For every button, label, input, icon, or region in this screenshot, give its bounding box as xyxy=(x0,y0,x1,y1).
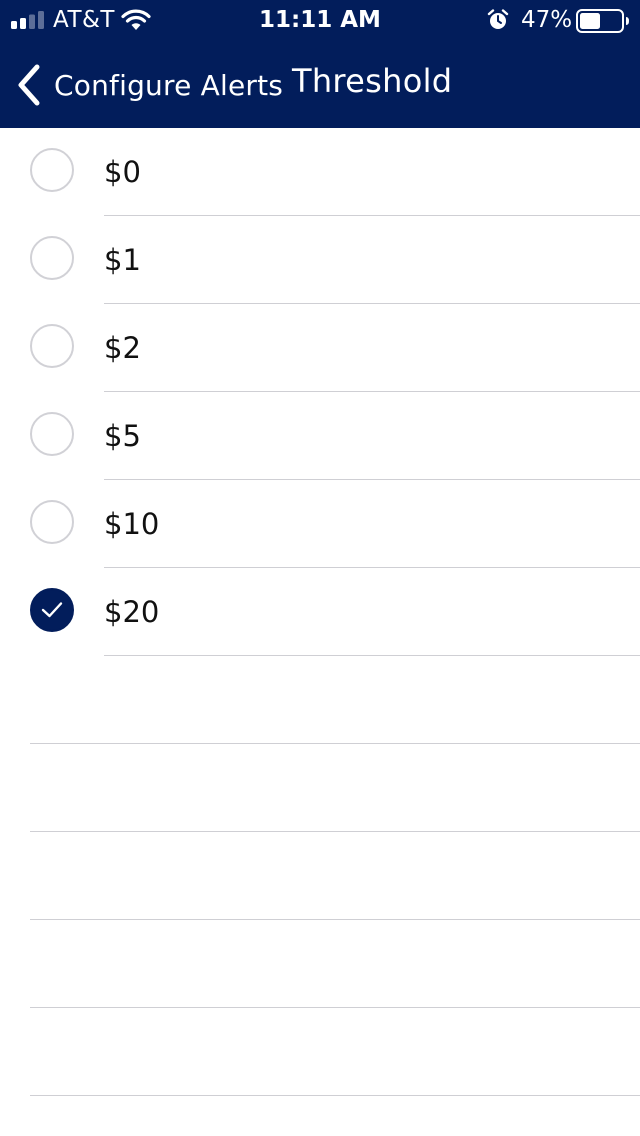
empty-row xyxy=(0,832,640,920)
back-button-label: Configure Alerts xyxy=(54,68,284,102)
radio-unchecked-icon[interactable] xyxy=(30,324,74,368)
alarm-icon xyxy=(487,9,509,29)
option-row-0[interactable]: $0 xyxy=(0,128,640,216)
battery-percent: 47% xyxy=(521,7,573,33)
checkmark-icon xyxy=(41,602,63,618)
empty-row xyxy=(0,920,640,1008)
option-row-3[interactable]: $5 xyxy=(0,392,640,480)
empty-row xyxy=(0,656,640,744)
radio-unchecked-icon[interactable] xyxy=(30,500,74,544)
back-button[interactable]: Configure Alerts xyxy=(14,60,283,110)
option-label: $20 xyxy=(104,595,160,629)
option-label: $2 xyxy=(104,331,141,365)
threshold-options-list: $0 $1 $2 $5 $10 $20 xyxy=(0,128,640,1096)
option-row-4[interactable]: $10 xyxy=(0,480,640,568)
radio-unchecked-icon[interactable] xyxy=(30,148,74,192)
navigation-bar: Configure Alerts Threshold xyxy=(0,40,640,128)
option-label: $5 xyxy=(104,419,141,453)
chevron-left-icon xyxy=(18,64,40,106)
empty-row xyxy=(0,1008,640,1096)
option-label: $10 xyxy=(104,507,160,541)
battery-icon xyxy=(576,9,629,33)
option-label: $0 xyxy=(104,155,141,189)
header: AT&T 11:11 AM 47% Configure Alerts Thres… xyxy=(0,0,640,128)
status-bar: AT&T 11:11 AM 47% xyxy=(0,0,640,40)
option-label: $1 xyxy=(104,243,141,277)
radio-checked-icon[interactable] xyxy=(30,588,74,632)
row-divider xyxy=(30,1095,640,1096)
option-row-1[interactable]: $1 xyxy=(0,216,640,304)
page-title: Threshold xyxy=(292,62,453,100)
radio-unchecked-icon[interactable] xyxy=(30,236,74,280)
empty-row xyxy=(0,744,640,832)
option-row-5[interactable]: $20 xyxy=(0,568,640,656)
option-row-2[interactable]: $2 xyxy=(0,304,640,392)
radio-unchecked-icon[interactable] xyxy=(30,412,74,456)
